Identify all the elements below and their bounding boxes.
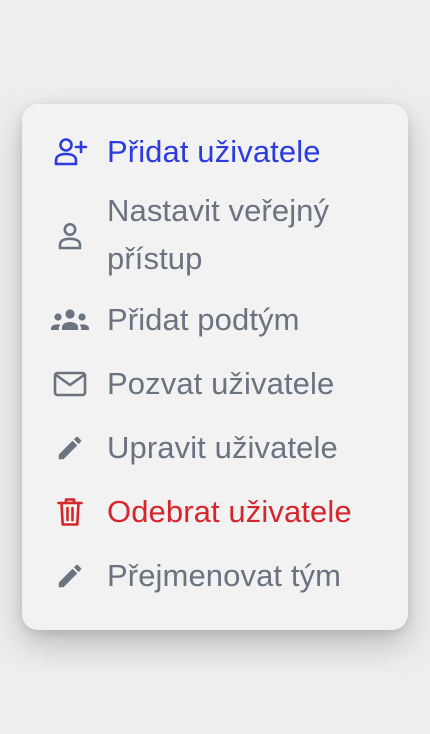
menu-item-label: Nastavit veřejný přístup bbox=[107, 193, 330, 276]
context-menu: Přidat uživatele Nastavit veřejný přístu… bbox=[22, 104, 408, 630]
users-group-icon bbox=[50, 308, 90, 332]
menu-item-label: Pozvat uživatele bbox=[107, 366, 335, 401]
menu-item-invite-user[interactable]: Pozvat uživatele bbox=[22, 364, 408, 404]
menu-item-label: Odebrat uživatele bbox=[107, 494, 352, 529]
envelope-icon bbox=[50, 371, 90, 397]
menu-item-label: Přejmenovat tým bbox=[107, 558, 342, 593]
menu-item-remove-user[interactable]: Odebrat uživatele bbox=[22, 492, 408, 532]
menu-item-label: Přidat podtým bbox=[107, 302, 300, 337]
menu-item-label: Přidat uživatele bbox=[107, 134, 321, 169]
trash-icon bbox=[50, 497, 90, 527]
menu-item-edit-user[interactable]: Upravit uživatele bbox=[22, 428, 408, 468]
user-plus-icon bbox=[50, 137, 90, 167]
menu-item-add-subteam[interactable]: Přidat podtým bbox=[22, 300, 408, 340]
pencil-icon bbox=[50, 561, 90, 591]
menu-item-rename-team[interactable]: Přejmenovat tým bbox=[22, 556, 408, 596]
menu-item-set-public-access[interactable]: Nastavit veřejný přístup bbox=[22, 193, 408, 276]
pencil-icon bbox=[50, 433, 90, 463]
user-outline-icon bbox=[50, 221, 90, 251]
menu-item-label: Upravit uživatele bbox=[107, 430, 338, 465]
menu-item-add-user[interactable]: Přidat uživatele bbox=[22, 132, 408, 172]
